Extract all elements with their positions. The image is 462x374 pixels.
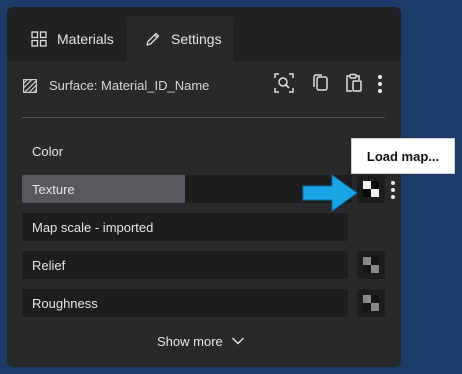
tab-materials-label: Materials [57, 30, 114, 47]
relief-label: Relief [32, 258, 66, 273]
pencil-icon [146, 32, 160, 46]
chevron-down-icon [231, 337, 244, 345]
surface-title: Surface: Material_ID_Name [49, 78, 210, 93]
tab-settings[interactable]: Settings [127, 16, 233, 61]
load-map-tooltip: Load map... [351, 138, 455, 174]
color-label: Color [32, 144, 64, 159]
relief-load-map-button[interactable] [357, 251, 385, 279]
roughness-slider[interactable]: Roughness [22, 289, 348, 317]
map-scale-label: Map scale - imported [32, 220, 154, 235]
texture-label: Texture [32, 182, 75, 197]
relief-map-icon [363, 257, 379, 273]
tab-bar: Materials Settings [7, 7, 401, 61]
surface-swatch-icon [23, 79, 37, 93]
roughness-label: Roughness [32, 296, 98, 311]
annotation-arrow-icon [302, 174, 358, 212]
roughness-map-icon [363, 295, 379, 311]
texture-load-map-button[interactable] [357, 175, 385, 203]
texture-more-icon[interactable] [389, 181, 397, 201]
paste-icon[interactable] [343, 72, 365, 94]
surface-header: Surface: Material_ID_Name [7, 61, 401, 111]
load-map-tooltip-text: Load map... [366, 148, 440, 164]
show-more-button[interactable]: Show more [157, 330, 245, 352]
roughness-load-map-button[interactable] [357, 289, 385, 317]
divider [22, 117, 385, 118]
relief-slider[interactable]: Relief [22, 251, 348, 279]
show-more-label: Show more [157, 333, 223, 349]
grid-icon [31, 30, 47, 47]
tab-materials[interactable]: Materials [7, 16, 125, 61]
copy-icon[interactable] [309, 72, 331, 94]
map-scale-field[interactable]: Map scale - imported [22, 213, 348, 241]
zoom-select-icon[interactable] [273, 72, 295, 94]
more-vertical-icon[interactable] [376, 75, 384, 95]
texture-map-icon [363, 181, 379, 197]
tab-settings-label: Settings [171, 30, 222, 47]
